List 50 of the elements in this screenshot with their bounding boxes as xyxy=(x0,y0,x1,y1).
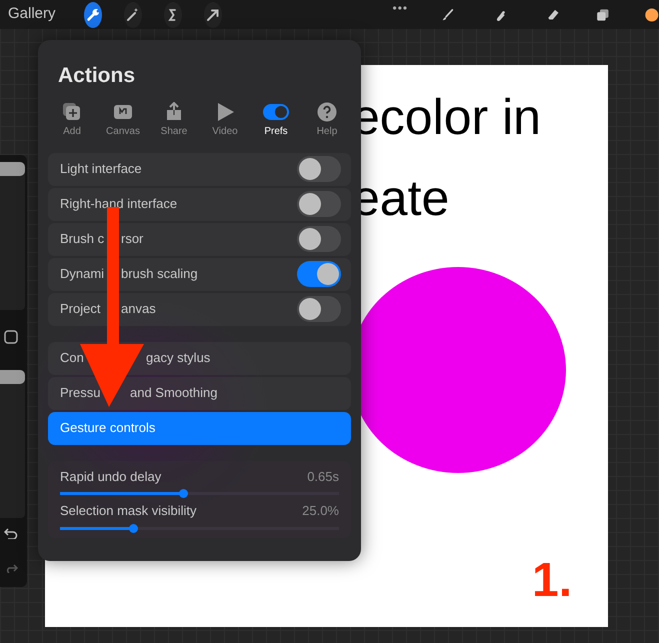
play-icon xyxy=(215,102,235,122)
toggle-switch[interactable] xyxy=(297,261,341,287)
toggle-switch[interactable] xyxy=(297,191,341,217)
size-slider[interactable] xyxy=(0,370,25,518)
setting-label: Project xyxy=(60,300,100,318)
setting-label: Right-hand interface xyxy=(60,195,178,214)
toolbar-tab[interactable]: Canvas xyxy=(99,102,147,138)
slider-thumb[interactable] xyxy=(128,524,138,532)
undo-icon[interactable] xyxy=(4,527,18,539)
tool-button[interactable] xyxy=(164,2,182,28)
slider-thumb[interactable] xyxy=(178,489,188,498)
toggle-switch[interactable] xyxy=(297,296,341,322)
menu-item[interactable]: Pressu and Smoothing xyxy=(48,376,351,410)
slider-thumb[interactable] xyxy=(0,162,25,176)
setting-label: Brush c xyxy=(60,230,104,248)
toggle-switch[interactable] xyxy=(297,226,341,252)
toolbar-tab[interactable]: Prefs xyxy=(252,102,300,138)
setting-label: brush scaling xyxy=(121,265,198,284)
more-menu[interactable]: ••• xyxy=(392,0,408,16)
tool-button[interactable] xyxy=(124,2,142,28)
slider-track[interactable] xyxy=(60,492,339,495)
gallery-link[interactable]: Gallery xyxy=(8,3,56,26)
slider-label: Selection mask visibility xyxy=(60,502,197,520)
slider-value: 0.65s xyxy=(307,468,339,486)
share-icon xyxy=(164,102,184,122)
setting-label: Light interface xyxy=(60,160,142,178)
square-button-icon[interactable] xyxy=(4,330,18,344)
toolbar-tab[interactable]: Add xyxy=(48,102,96,138)
help-icon xyxy=(317,102,337,122)
tool-button[interactable] xyxy=(84,2,102,28)
tool-button[interactable] xyxy=(204,2,222,28)
size-slider[interactable] xyxy=(0,162,25,310)
toolbar-tab[interactable]: Video xyxy=(201,102,249,138)
add-layer-icon xyxy=(62,102,82,122)
slider-value: 25.0% xyxy=(302,502,339,520)
setting-label: anvas xyxy=(121,300,156,318)
menu-item-label[interactable]: Pressu and Smoothing xyxy=(60,383,218,403)
step-number: 1. xyxy=(532,557,572,605)
menu-item[interactable]: Gesture controls xyxy=(48,412,351,444)
toolbar-tab[interactable]: Share xyxy=(150,102,198,138)
slider-thumb[interactable] xyxy=(0,370,25,384)
setting-label: rsor xyxy=(121,230,144,248)
menu-item-label[interactable]: Con gacy stylus xyxy=(60,348,210,368)
panel-title: Actions xyxy=(58,63,136,89)
toolbar-tab[interactable]: Help xyxy=(303,102,351,138)
toggle-icon xyxy=(263,102,289,122)
slider-label: Rapid undo delay xyxy=(60,468,162,486)
toggle-switch[interactable] xyxy=(297,156,341,182)
setting-label: Dynami xyxy=(60,265,104,284)
slider-track[interactable] xyxy=(60,526,339,530)
